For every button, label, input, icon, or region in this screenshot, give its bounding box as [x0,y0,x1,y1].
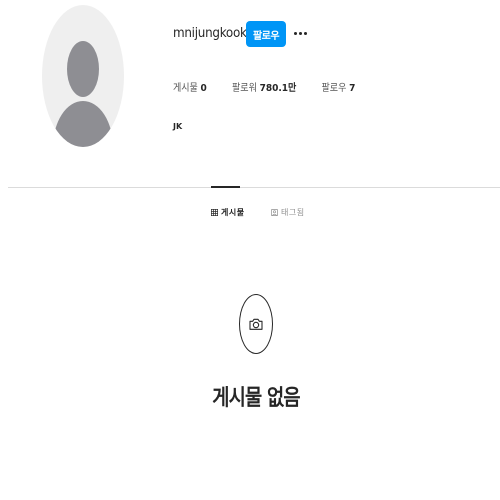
active-tab-indicator [211,186,240,188]
stat-value: 780.1만 [259,83,297,94]
empty-state-title: 게시물 없음 [212,386,300,411]
follow-button[interactable]: 팔로우 [246,21,286,47]
stat-followers[interactable]: 팔로워 780.1만 [232,79,296,94]
stat-label: 팔로우 [321,83,347,94]
default-avatar-icon [53,41,113,147]
camera-icon [249,318,263,330]
tab-label: 태그됨 [281,208,305,217]
stat-posts: 게시물 0 [173,79,207,94]
profile-full-name: JK [173,122,183,131]
avatar[interactable] [42,5,124,147]
tabs-divider [8,187,500,188]
stat-label: 팔로워 [232,83,257,94]
profile-stats: 게시물 0 팔로워 780.1만 팔로우 7 [173,79,381,94]
tab-label: 게시물 [221,208,245,217]
stat-label: 게시물 [173,83,198,94]
tab-tagged[interactable]: 태그됨 [271,207,305,218]
profile-page: mnijungkook 팔로우 게시물 0 팔로워 780.1만 팔로우 7 JK 게… [0,0,500,500]
grid-icon [211,209,218,216]
profile-username: mnijungkook [173,26,247,41]
stat-value: 0 [200,83,207,94]
stat-following[interactable]: 팔로우 7 [322,79,356,94]
tagged-icon [271,209,278,216]
more-horizontal-icon [293,31,297,35]
tab-posts[interactable]: 게시물 [211,207,245,218]
empty-state-icon-circle [239,294,273,354]
more-options-button[interactable] [292,26,308,40]
stat-value: 7 [349,83,356,94]
